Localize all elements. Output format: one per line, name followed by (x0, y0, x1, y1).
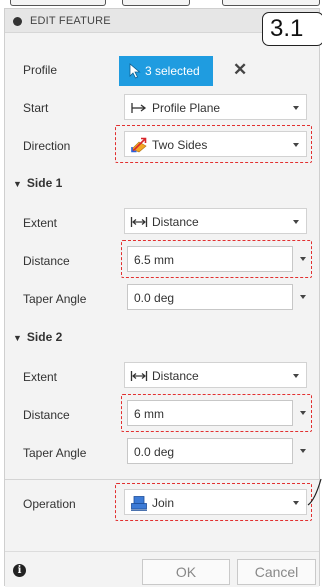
panel-footer: i OK Cancel (5, 551, 319, 587)
close-icon[interactable]: ✕ (233, 60, 247, 80)
side2-heading: Side 2 (26, 330, 63, 344)
chevron-down-icon (293, 501, 299, 505)
side2-taper-label: Taper Angle (23, 446, 87, 460)
side1-distance-value: 6.5 mm (134, 253, 175, 267)
collapse-triangle-icon: ▼ (13, 179, 22, 189)
side1-extent-value: Distance (152, 215, 199, 229)
direction-dropdown[interactable]: Two Sides (124, 131, 307, 157)
side1-distance-label: Distance (23, 254, 70, 268)
side2-extent-label: Extent (23, 370, 58, 384)
toolbar-button[interactable] (122, 0, 190, 6)
side2-distance-dropdown-arrow[interactable] (300, 411, 306, 415)
side1-extent-dropdown[interactable]: Distance (124, 208, 307, 234)
panel-title: EDIT FEATURE (30, 15, 111, 27)
side1-section-header[interactable]: ▼ Side 1 (13, 176, 62, 190)
callout-curve (307, 478, 322, 506)
info-icon[interactable]: i (13, 564, 26, 577)
arrow-from-line-icon (131, 103, 147, 113)
profile-label: Profile (23, 63, 58, 77)
side2-extent-value: Distance (152, 369, 199, 383)
side1-taper-label: Taper Angle (23, 292, 87, 306)
side1-taper-dropdown-arrow[interactable] (300, 295, 306, 299)
divider (5, 479, 319, 480)
side2-distance-input[interactable]: 6 mm (127, 400, 293, 426)
side1-heading: Side 1 (26, 176, 63, 190)
side1-distance-input[interactable]: 6.5 mm (127, 246, 293, 272)
side1-taper-input[interactable]: 0.0 deg (127, 284, 293, 310)
profile-selection-count: 3 selected (145, 64, 200, 78)
side2-distance-label: Distance (23, 408, 70, 422)
chevron-down-icon (293, 220, 299, 224)
cancel-button[interactable]: Cancel (237, 559, 316, 585)
side2-taper-value: 0.0 deg (134, 445, 175, 459)
start-label: Start (23, 101, 49, 115)
toolbar-button[interactable] (10, 0, 106, 6)
distance-arrows-icon (130, 371, 148, 381)
collapse-triangle-icon: ▼ (13, 333, 22, 343)
chevron-down-icon (293, 143, 299, 147)
start-dropdown[interactable]: Profile Plane (124, 94, 307, 120)
distance-arrows-icon (130, 217, 148, 227)
side1-distance-dropdown-arrow[interactable] (300, 257, 306, 261)
side1-taper-value: 0.0 deg (134, 291, 175, 305)
chevron-down-icon (293, 106, 299, 110)
profile-selection-button[interactable]: 3 selected (119, 56, 213, 86)
edit-feature-panel: EDIT FEATURE Profile 3 selected ✕ Start … (4, 8, 320, 587)
direction-value: Two Sides (152, 138, 208, 152)
cursor-arrow-icon (129, 63, 141, 79)
side2-section-header[interactable]: ▼ Side 2 (13, 330, 62, 344)
side1-extent-label: Extent (23, 216, 58, 230)
ok-button[interactable]: OK (142, 559, 230, 585)
direction-label: Direction (23, 139, 71, 153)
operation-dropdown[interactable]: Join (124, 489, 307, 515)
side2-distance-value: 6 mm (134, 407, 164, 421)
join-icon (131, 496, 147, 511)
two-sides-icon (131, 137, 147, 153)
side2-taper-dropdown-arrow[interactable] (300, 449, 306, 453)
circle-bullet-icon[interactable] (13, 17, 22, 26)
start-value: Profile Plane (152, 101, 221, 115)
side2-extent-dropdown[interactable]: Distance (124, 362, 307, 388)
toolbar-strip (0, 0, 322, 8)
step-badge: 3.1 (262, 12, 322, 46)
chevron-down-icon (293, 374, 299, 378)
side2-taper-input[interactable]: 0.0 deg (127, 438, 293, 464)
operation-value: Join (152, 496, 175, 510)
operation-label: Operation (23, 497, 76, 511)
toolbar-button[interactable] (222, 0, 320, 6)
